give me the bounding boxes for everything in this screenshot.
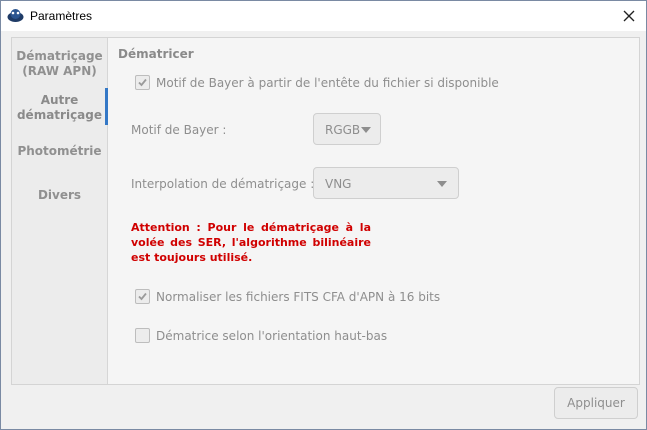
interpolation-value: VNG	[325, 177, 352, 191]
sidebar-item-label: (RAW APN)	[22, 64, 97, 78]
top-bottom-row[interactable]: Dématrice selon l'orientation haut-bas	[135, 328, 387, 343]
close-icon[interactable]	[618, 5, 640, 27]
window-title: Paramètres	[30, 9, 93, 23]
checkmark-icon	[138, 78, 147, 87]
sidebar-item-label: Dématriçage	[16, 49, 103, 63]
sidebar-item-other-demosaic[interactable]: Autre dématriçage	[12, 93, 107, 123]
ser-warning-text: Attention : Pour le dématriçage à la vol…	[131, 221, 371, 264]
chevron-down-icon	[361, 127, 371, 133]
bayer-pattern-select[interactable]: RGGB	[313, 113, 381, 145]
section-title: Dématricer	[118, 47, 194, 61]
title-bar: Paramètres	[1, 1, 646, 31]
bayer-from-header-row[interactable]: Motif de Bayer à partir de l'entête du f…	[135, 75, 499, 90]
top-bottom-checkbox[interactable]	[135, 328, 150, 343]
settings-content: Dématriçage (RAW APN) Autre dématriçage …	[11, 37, 640, 385]
interpolation-select[interactable]: VNG	[313, 167, 459, 199]
app-logo-icon	[7, 9, 24, 22]
bayer-pattern-value: RGGB	[325, 123, 361, 137]
apply-button[interactable]: Appliquer	[554, 387, 638, 419]
sidebar-item-photometry[interactable]: Photométrie	[12, 144, 107, 159]
bayer-from-header-checkbox[interactable]	[135, 75, 150, 90]
sidebar-item-misc[interactable]: Divers	[12, 188, 107, 203]
settings-sidebar: Dématriçage (RAW APN) Autre dématriçage …	[12, 38, 108, 384]
sidebar-item-label: Divers	[37, 188, 82, 202]
normalize-fits-label: Normaliser les fichiers FITS CFA d'APN à…	[156, 289, 441, 304]
bayer-pattern-label: Motif de Bayer :	[131, 123, 227, 137]
sidebar-item-label: Photométrie	[17, 144, 102, 158]
interpolation-label: Interpolation de dématriçage :	[131, 177, 315, 191]
bayer-from-header-label: Motif de Bayer à partir de l'entête du f…	[156, 75, 499, 90]
demosaic-panel: Dématricer Motif de Bayer à partir de l'…	[108, 38, 639, 384]
sidebar-item-raw-demosaic[interactable]: Dématriçage (RAW APN)	[12, 49, 107, 79]
normalize-fits-row[interactable]: Normaliser les fichiers FITS CFA d'APN à…	[135, 289, 440, 304]
checkmark-icon	[138, 292, 147, 301]
chevron-down-icon	[437, 181, 447, 187]
normalize-fits-checkbox[interactable]	[135, 289, 150, 304]
top-bottom-label: Dématrice selon l'orientation haut-bas	[156, 328, 388, 343]
sidebar-item-label: Autre	[40, 93, 79, 107]
sidebar-item-label: dématriçage	[16, 108, 103, 122]
settings-window: Paramètres Dématriçage (RAW APN) Autre d…	[0, 0, 647, 430]
